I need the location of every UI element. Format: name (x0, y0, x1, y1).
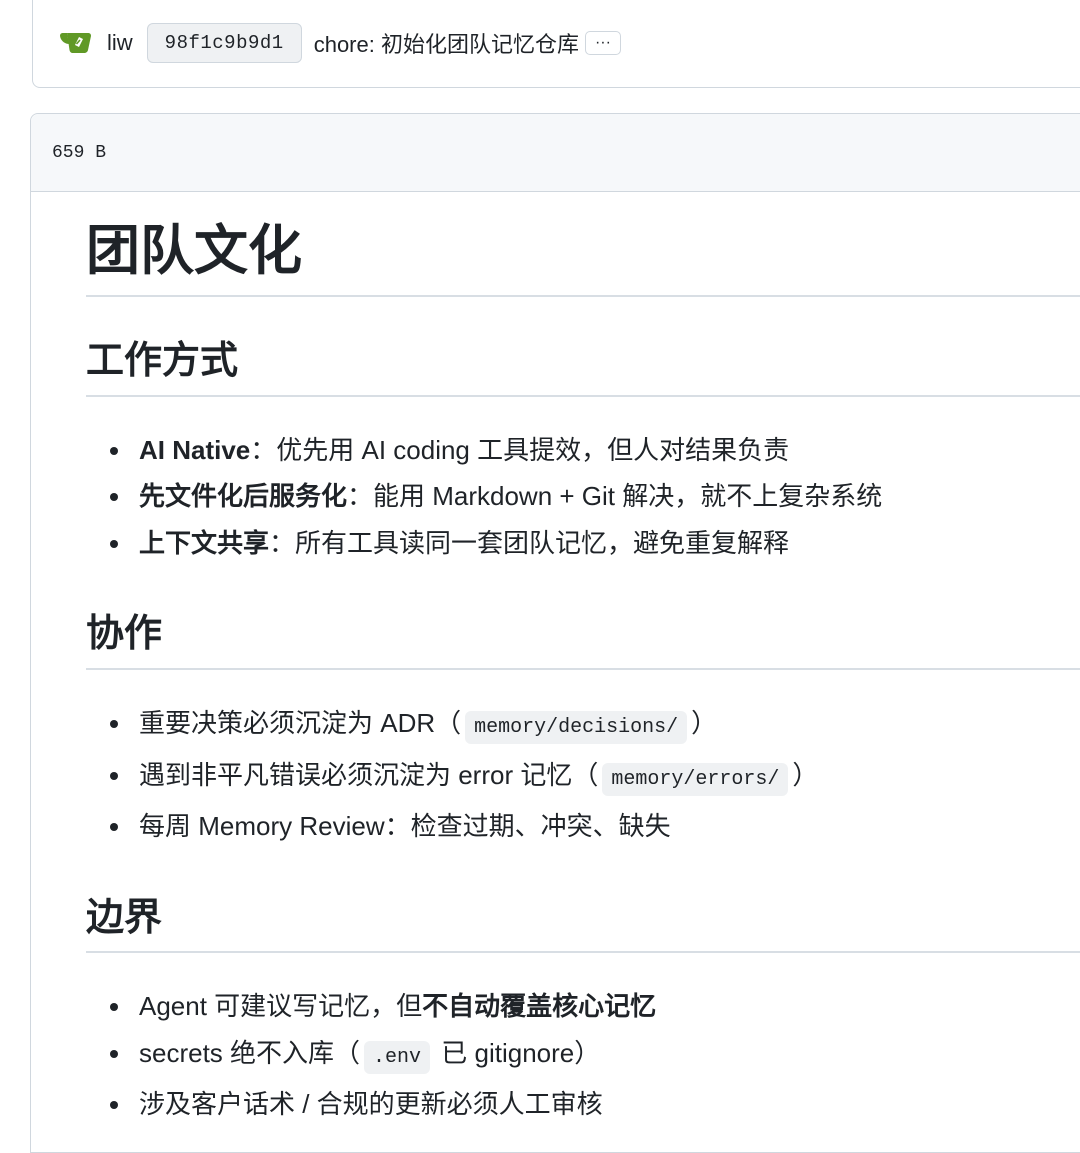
doc-title: 团队文化 (86, 221, 1080, 298)
expand-message-button[interactable]: ··· (584, 31, 621, 55)
commit-author[interactable]: liw (107, 30, 133, 56)
item-text: 涉及客户话术 / 合规的更新必须人工审核 (139, 1089, 603, 1120)
commit-message[interactable]: chore: 初始化团队记忆仓库 (314, 27, 579, 59)
section-list: 重要决策必须沉淀为 ADR（ memory/decisions/） 遇到非平凡错误… (86, 700, 1080, 850)
inline-code: memory/decisions/ (465, 711, 688, 745)
inline-code: .env (364, 1040, 431, 1074)
commit-sha-button[interactable]: 98f1c9b9d1 (146, 23, 302, 63)
item-text: ：所有工具读同一套团队记忆，避免重复解释 (269, 527, 790, 558)
item-text: Agent 可建议写记忆，但 (139, 991, 423, 1022)
list-item: 先文件化后服务化：能用 Markdown + Git 解决，就不上复杂系统 (110, 473, 1080, 520)
list-item: 涉及客户话术 / 合规的更新必须人工审核 (110, 1081, 1080, 1128)
item-text: ） (792, 759, 819, 790)
item-text: ：优先用 AI coding 工具提效，但人对结果负责 (250, 434, 790, 465)
item-bold: 上下文共享 (139, 527, 270, 558)
gitea-logo-icon[interactable] (57, 30, 97, 56)
list-item: 重要决策必须沉淀为 ADR（ memory/decisions/） (110, 700, 1080, 752)
markdown-body: 团队文化 工作方式 AI Native：优先用 AI coding 工具提效，但… (86, 192, 1080, 1128)
item-text: 已 gitignore） (434, 1037, 601, 1068)
item-text: 每周 Memory Review：检查过期、冲突、缺失 (139, 811, 671, 842)
file-header: 659 B (31, 114, 1080, 192)
item-bold: AI Native (139, 434, 251, 465)
item-text: 重要决策必须沉淀为 ADR（ (139, 708, 462, 739)
section-list: Agent 可建议写记忆，但不自动覆盖核心记忆 secrets 绝不入库（ .en… (86, 983, 1080, 1128)
section-list: AI Native：优先用 AI coding 工具提效，但人对结果负责 先文件… (86, 427, 1080, 567)
item-bold: 不自动覆盖核心记忆 (422, 991, 657, 1022)
list-item: secrets 绝不入库（ .env 已 gitignore） (110, 1030, 1080, 1082)
item-text: ） (691, 708, 718, 739)
section-heading: 工作方式 (86, 339, 1080, 397)
file-view: 659 B 团队文化 工作方式 AI Native：优先用 AI coding … (30, 113, 1080, 1153)
item-bold: 先文件化后服务化 (139, 481, 348, 512)
commit-bar: liw 98f1c9b9d1 chore: 初始化团队记忆仓库 ··· (32, 0, 1080, 88)
list-item: 每周 Memory Review：检查过期、冲突、缺失 (110, 803, 1080, 850)
list-item: 上下文共享：所有工具读同一套团队记忆，避免重复解释 (110, 520, 1080, 567)
commit-info: liw 98f1c9b9d1 chore: 初始化团队记忆仓库 ··· (57, 23, 621, 63)
list-item: Agent 可建议写记忆，但不自动覆盖核心记忆 (110, 983, 1080, 1030)
section-heading: 边界 (86, 896, 1080, 954)
item-text: 遇到非平凡错误必须沉淀为 error 记忆（ (139, 759, 599, 790)
item-text: secrets 绝不入库（ (139, 1037, 361, 1068)
file-size: 659 B (52, 142, 107, 163)
inline-code: memory/errors/ (602, 762, 789, 796)
section-heading: 协作 (86, 612, 1080, 671)
item-text: ：能用 Markdown + Git 解决，就不上复杂系统 (347, 481, 883, 512)
list-item: AI Native：优先用 AI coding 工具提效，但人对结果负责 (110, 427, 1080, 474)
list-item: 遇到非平凡错误必须沉淀为 error 记忆（ memory/errors/） (110, 752, 1080, 804)
